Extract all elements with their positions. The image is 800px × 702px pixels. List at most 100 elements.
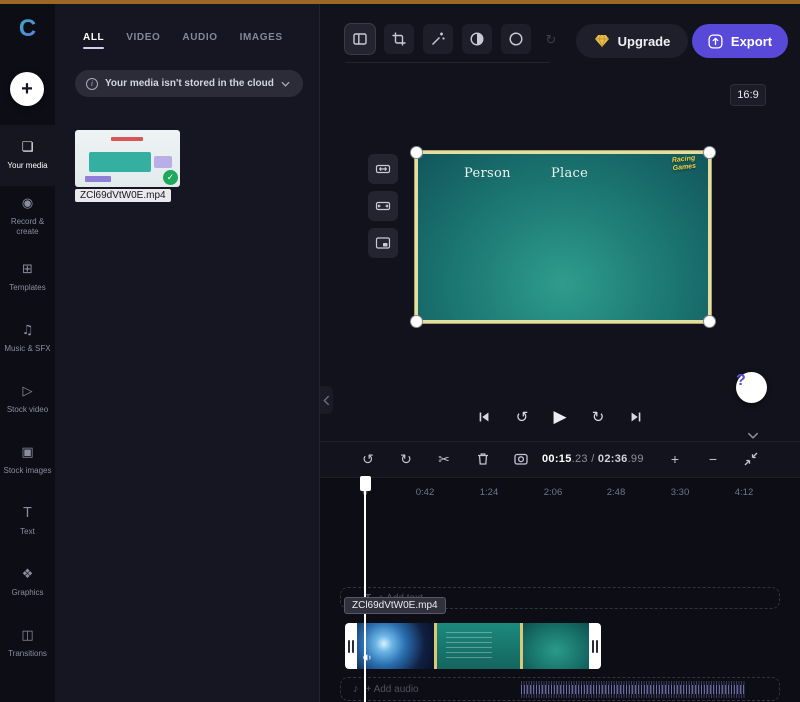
media-filename: ZCl69dVtW0E.mp4: [75, 189, 171, 202]
ruler-tick: 4:12: [735, 487, 754, 498]
collapse-preview-controls-button[interactable]: [740, 428, 766, 442]
main-area: ↻ Upgrade Export 16:9 Person Place Racin…: [320, 4, 800, 702]
skip-to-start-button[interactable]: [470, 403, 498, 431]
sidebar-item-record-create[interactable]: ◉ Record & create: [0, 186, 55, 247]
layout-icon: [352, 31, 368, 47]
snapshot-button[interactable]: [508, 446, 534, 472]
chevron-left-icon: [323, 395, 330, 406]
sidebar-item-stock-images[interactable]: ▣ Stock images: [0, 430, 55, 491]
crop-button[interactable]: [384, 24, 414, 54]
fill-frame-icon: [375, 198, 391, 214]
clipchamp-logo: C: [0, 12, 55, 46]
export-label: Export: [731, 34, 772, 49]
zoom-in-button[interactable]: +: [662, 446, 688, 472]
sidebar-item-music-sfx[interactable]: ♫ Music & SFX: [0, 308, 55, 369]
trim-handle-left[interactable]: [345, 623, 357, 669]
tab-video[interactable]: VIDEO: [126, 32, 160, 49]
pip-icon: [375, 235, 391, 251]
help-button[interactable]: ?: [736, 372, 767, 403]
ruler-tick: 3:30: [671, 487, 690, 498]
thumbnail-art: [89, 152, 151, 172]
redo-icon: ↻: [546, 32, 557, 48]
undo-button[interactable]: ↺: [355, 446, 381, 472]
jump-forward-button[interactable]: ↻: [584, 403, 612, 431]
jump-back-icon: ↺: [516, 408, 529, 426]
video-track: [320, 623, 800, 669]
upgrade-label: Upgrade: [618, 34, 671, 49]
zoom-out-button[interactable]: −: [700, 446, 726, 472]
video-clip-3[interactable]: [523, 623, 589, 669]
thumbnail-art: [111, 137, 143, 141]
export-button[interactable]: Export: [692, 24, 788, 58]
sidebar-item-label: Text: [2, 527, 54, 537]
music-note-icon: ♪: [353, 683, 359, 695]
ruler-tick: 0:42: [416, 487, 435, 498]
play-button[interactable]: ▶: [546, 403, 574, 431]
add-media-button[interactable]: +: [10, 72, 44, 106]
split-button[interactable]: ✂: [431, 446, 457, 472]
sidebar-item-your-media[interactable]: ❏ Your media: [0, 125, 55, 186]
sidebar-item-text[interactable]: T Text: [0, 491, 55, 552]
sidebar-item-stock-video[interactable]: ▷ Stock video: [0, 369, 55, 430]
ruler-tick: 2:48: [607, 487, 626, 498]
picture-in-picture-button[interactable]: [368, 228, 398, 258]
resize-handle-top-left[interactable]: [411, 147, 422, 158]
zoom-out-icon: −: [709, 451, 717, 467]
tab-all[interactable]: ALL: [83, 32, 104, 49]
thumbnail-art: [154, 156, 172, 168]
effects-button[interactable]: [423, 24, 453, 54]
playhead-line[interactable]: [364, 476, 366, 702]
skip-end-icon: [628, 409, 644, 425]
cloud-banner-text: Your media isn't stored in the cloud: [105, 78, 274, 89]
add-audio-track[interactable]: ♪ + Add audio: [340, 677, 780, 701]
fit-timeline-button[interactable]: [738, 446, 764, 472]
ruler-tick: 2:06: [544, 487, 563, 498]
your-media-icon: ❏: [22, 140, 34, 156]
text-icon: T: [24, 506, 32, 522]
tab-images[interactable]: IMAGES: [240, 32, 283, 49]
add-audio-label: + Add audio: [366, 684, 419, 695]
trash-icon: [475, 451, 491, 467]
jump-forward-icon: ↻: [592, 408, 605, 426]
sidebar-item-graphics[interactable]: ❖ Graphics: [0, 552, 55, 613]
canvas-text-person: Person: [464, 166, 511, 181]
media-thumbnail[interactable]: ✓: [75, 130, 180, 187]
cloud-storage-banner[interactable]: i Your media isn't stored in the cloud: [75, 70, 303, 97]
timeline: ↺ ↻ ✂ 00:15.23 / 02:36.99 +: [320, 441, 800, 702]
fit-video-button[interactable]: [368, 154, 398, 184]
sidebar-item-transitions[interactable]: ◫ Transitions: [0, 613, 55, 674]
aspect-ratio-badge[interactable]: 16:9: [730, 84, 766, 106]
skip-to-end-button[interactable]: [622, 403, 650, 431]
jump-back-button[interactable]: ↺: [508, 403, 536, 431]
collapse-media-panel-button[interactable]: [320, 386, 333, 414]
sidebar-item-templates[interactable]: ⊞ Templates: [0, 247, 55, 308]
redo-button[interactable]: ↻: [393, 446, 419, 472]
skip-start-icon: [476, 409, 492, 425]
playback-controls: ↺ ▶ ↻: [320, 403, 800, 431]
resize-handle-bottom-left[interactable]: [411, 316, 422, 327]
current-time-fraction: .23: [572, 453, 588, 465]
trim-handle-right[interactable]: [589, 623, 601, 669]
layout-panel-button[interactable]: [345, 24, 375, 54]
preview-canvas[interactable]: Person Place Racing Games: [415, 151, 711, 323]
filters-button[interactable]: [501, 24, 531, 54]
redo-effect-button[interactable]: ↻: [540, 29, 562, 51]
redo-icon: ↻: [400, 451, 412, 468]
fit-to-screen-icon: [743, 451, 759, 467]
timeline-toolbar: ↺ ↻ ✂ 00:15.23 / 02:36.99 +: [320, 442, 800, 478]
magic-wand-icon: [430, 31, 446, 47]
resize-handle-top-right[interactable]: [704, 147, 715, 158]
delete-button[interactable]: [470, 446, 496, 472]
video-watermark: Racing Games: [662, 154, 705, 174]
total-time: 02:36: [598, 453, 628, 465]
adjust-colors-button[interactable]: [462, 24, 492, 54]
upgrade-button[interactable]: Upgrade: [576, 24, 688, 58]
sidebar-item-label: Stock video: [2, 405, 54, 415]
resize-handle-bottom-right[interactable]: [704, 316, 715, 327]
record-create-icon: ◉: [22, 196, 33, 212]
sidebar-item-label: Music & SFX: [2, 344, 54, 354]
video-clip-2[interactable]: [437, 623, 520, 669]
chevron-down-icon: [747, 432, 759, 439]
fill-video-button[interactable]: [368, 191, 398, 221]
tab-audio[interactable]: AUDIO: [182, 32, 217, 49]
